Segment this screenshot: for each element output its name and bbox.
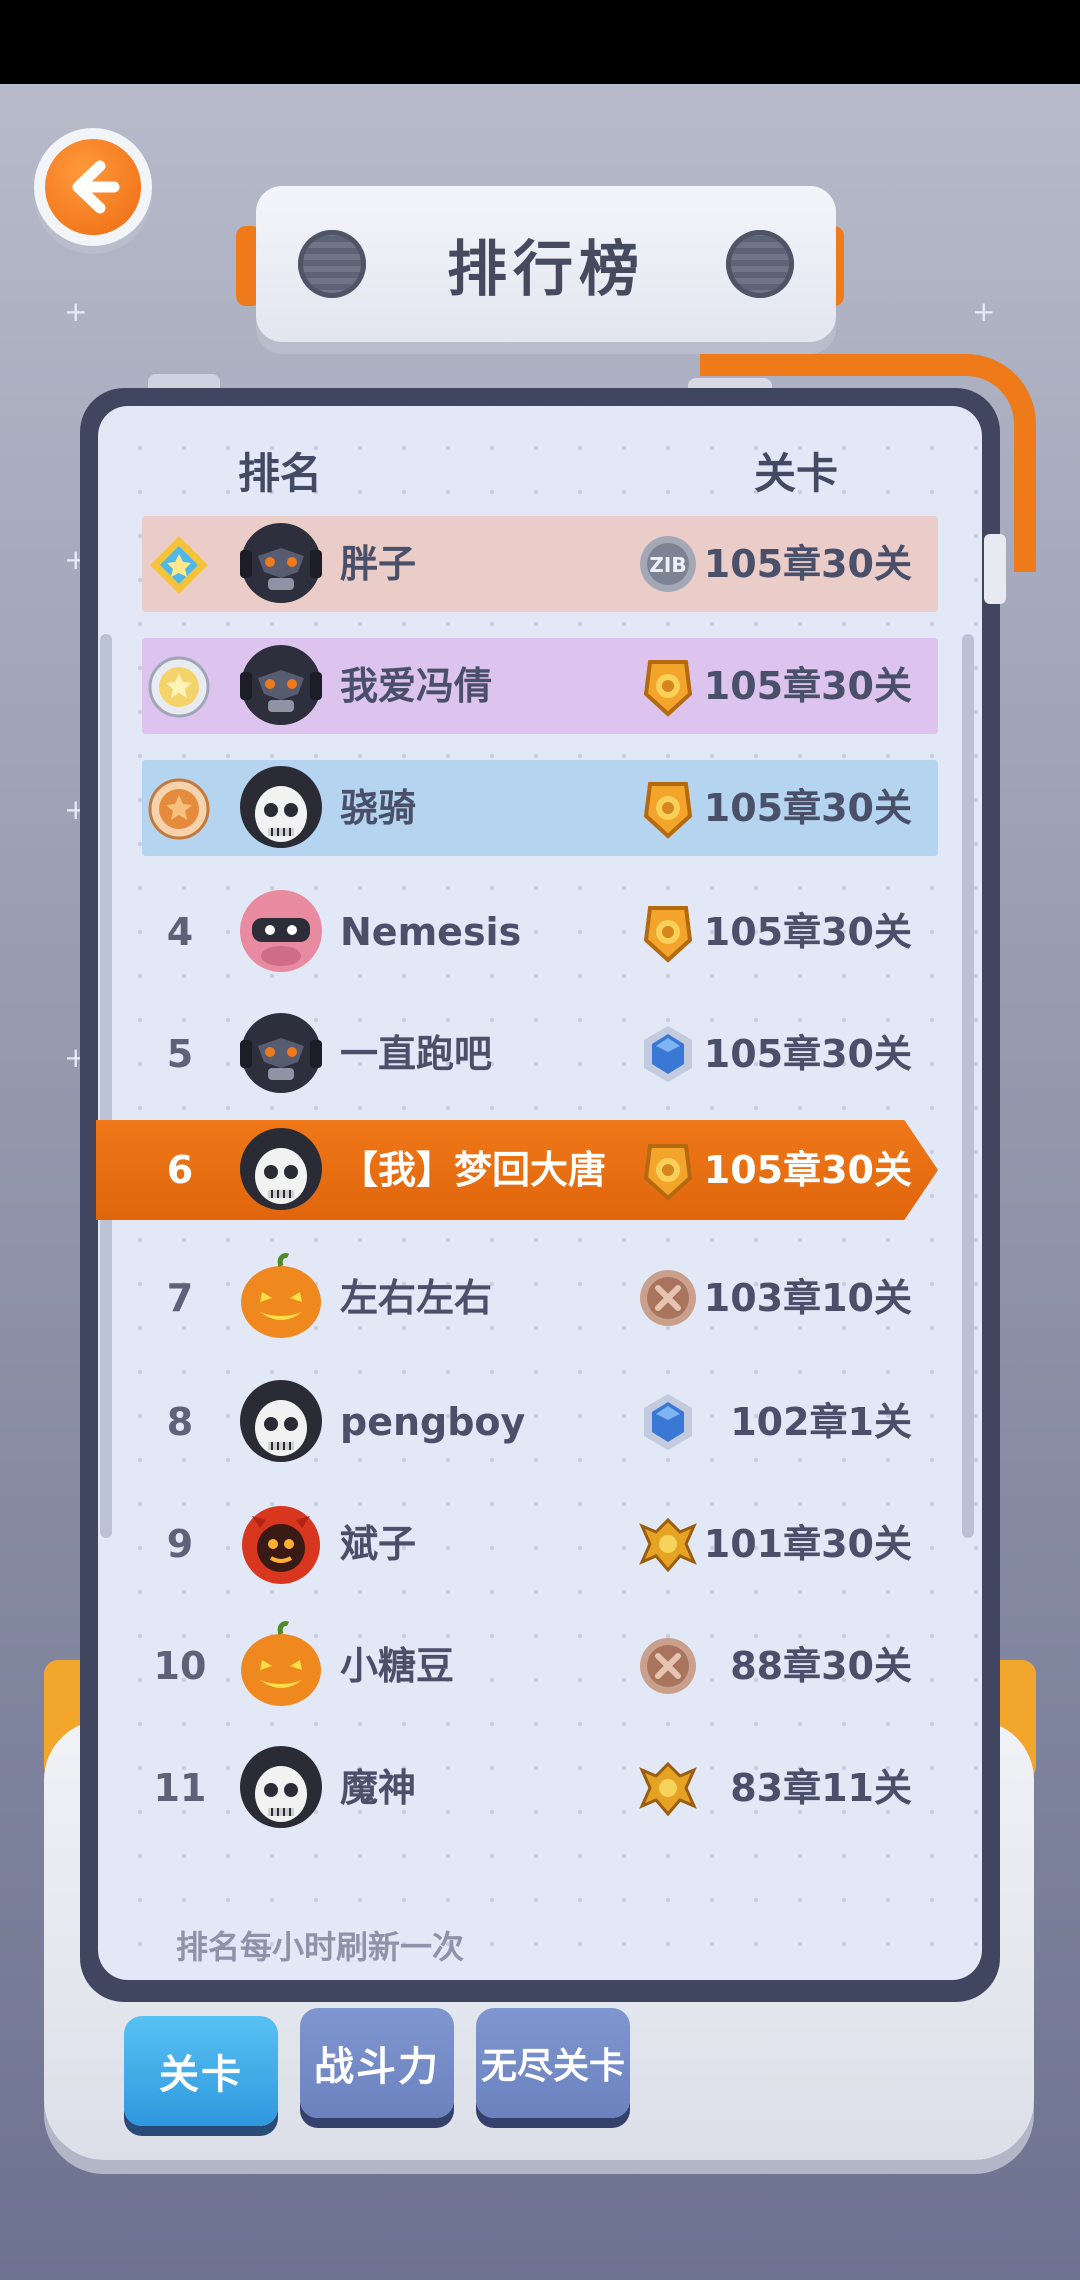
player-name: 斌子 bbox=[340, 1522, 417, 1566]
level-progress: 105章30关 bbox=[703, 910, 912, 954]
leaderboard-row[interactable]: 5 一直跑吧 105章30关 bbox=[0, 1006, 1080, 1102]
pink-ninja-avatar bbox=[238, 886, 324, 976]
leaderboard-row[interactable]: 4 Nemesis 105章30关 bbox=[0, 884, 1080, 980]
rank-number: 9 bbox=[166, 1522, 194, 1566]
gold-shield-icon bbox=[636, 1138, 700, 1202]
zib-badge-icon: ZIB bbox=[636, 532, 700, 596]
leaderboard-row[interactable]: 我爱冯倩 105章30关 bbox=[0, 638, 1080, 734]
level-progress: 103章10关 bbox=[703, 1276, 912, 1320]
skull-hood-avatar bbox=[238, 762, 324, 852]
player-name: 左右左右 bbox=[340, 1276, 493, 1320]
sparkle-icon: + bbox=[972, 295, 996, 328]
diamond-medal-icon bbox=[148, 534, 210, 596]
bronze-medal-icon bbox=[148, 778, 210, 840]
red-devil-avatar bbox=[238, 1498, 324, 1588]
blue-gem-icon bbox=[636, 1390, 700, 1454]
gold-wings-icon bbox=[636, 1512, 700, 1576]
player-name: Nemesis bbox=[340, 910, 522, 954]
player-name: 【我】梦回大唐 bbox=[340, 1148, 607, 1192]
rank-column-header: 排名 bbox=[238, 449, 323, 498]
sparkle-icon: + bbox=[64, 295, 88, 328]
player-name: 一直跑吧 bbox=[340, 1032, 493, 1076]
rank-number: 4 bbox=[166, 910, 194, 954]
level-progress: 105章30关 bbox=[703, 1148, 912, 1192]
gold-shield-icon bbox=[636, 900, 700, 964]
rank-number: 5 bbox=[166, 1032, 194, 1076]
skull-hood-avatar bbox=[238, 1376, 324, 1466]
gold-shield-icon bbox=[636, 776, 700, 840]
refresh-note: 排名每小时刷新一次 bbox=[176, 1928, 465, 1966]
leaderboard-row[interactable]: 7 左右左右 103章10关 bbox=[0, 1250, 1080, 1346]
tab-endless[interactable]: 无尽关卡 bbox=[476, 2008, 630, 2118]
player-name: 骁骑 bbox=[340, 786, 417, 830]
svg-text:ZIB: ZIB bbox=[649, 553, 686, 577]
rank-number: 6 bbox=[166, 1148, 194, 1192]
level-progress: 105章30关 bbox=[703, 542, 912, 586]
leaderboard-row[interactable]: 胖子 ZIB 105章30关 bbox=[0, 516, 1080, 612]
pumpkin-avatar bbox=[238, 1252, 324, 1342]
tab-power[interactable]: 战斗力 bbox=[300, 2008, 454, 2118]
status-bar bbox=[0, 0, 1080, 84]
player-name: 小糖豆 bbox=[340, 1644, 455, 1688]
leaderboard-row[interactable]: 10 小糖豆 88章30关 bbox=[0, 1618, 1080, 1714]
robot-mask-avatar bbox=[238, 640, 324, 730]
my-rank-row[interactable]: 6 【我】梦回大唐 105章30关 bbox=[0, 1122, 1080, 1218]
bronze-cross-icon bbox=[636, 1634, 700, 1698]
robot-mask-avatar bbox=[238, 1008, 324, 1098]
level-progress: 105章30关 bbox=[703, 664, 912, 708]
level-progress: 105章30关 bbox=[703, 786, 912, 830]
level-column-header: 关卡 bbox=[754, 449, 839, 498]
leaderboard-row[interactable]: 11 魔神 83章11关 bbox=[0, 1740, 1080, 1836]
player-name: 我爱冯倩 bbox=[340, 664, 493, 708]
player-name: 胖子 bbox=[340, 542, 417, 586]
level-progress: 102章1关 bbox=[730, 1400, 912, 1444]
silver-medal-icon bbox=[148, 656, 210, 718]
robot-mask-avatar bbox=[238, 518, 324, 608]
level-progress: 101章30关 bbox=[703, 1522, 912, 1566]
gold-shield-icon bbox=[636, 654, 700, 718]
rank-number: 11 bbox=[153, 1766, 207, 1810]
player-name: pengboy bbox=[340, 1400, 526, 1444]
bolt-icon bbox=[726, 230, 794, 298]
bronze-cross-icon bbox=[636, 1266, 700, 1330]
leaderboard-row[interactable]: 骁骑 105章30关 bbox=[0, 760, 1080, 856]
blue-gem-icon bbox=[636, 1022, 700, 1086]
rank-number: 10 bbox=[153, 1644, 207, 1688]
back-arrow-icon bbox=[45, 139, 141, 235]
player-name: 魔神 bbox=[340, 1766, 417, 1810]
leaderboard-row[interactable]: 9 斌子 101章30关 bbox=[0, 1496, 1080, 1592]
level-progress: 105章30关 bbox=[703, 1032, 912, 1076]
tab-level[interactable]: 关卡 bbox=[124, 2016, 278, 2126]
level-progress: 88章30关 bbox=[730, 1644, 912, 1688]
skull-hood-avatar bbox=[238, 1742, 324, 1832]
pumpkin-avatar bbox=[238, 1620, 324, 1710]
leaderboard-row[interactable]: 8 pengboy 102章1关 bbox=[0, 1374, 1080, 1470]
rank-number: 8 bbox=[166, 1400, 194, 1444]
back-button[interactable] bbox=[34, 128, 152, 246]
skull-hood-avatar bbox=[238, 1124, 324, 1214]
level-progress: 83章11关 bbox=[730, 1766, 912, 1810]
gold-wings-icon bbox=[636, 1756, 700, 1820]
bolt-icon bbox=[298, 230, 366, 298]
page-title: 排行榜 bbox=[447, 234, 645, 305]
title-plate: 排行榜 bbox=[256, 186, 836, 342]
rank-number: 7 bbox=[166, 1276, 194, 1320]
